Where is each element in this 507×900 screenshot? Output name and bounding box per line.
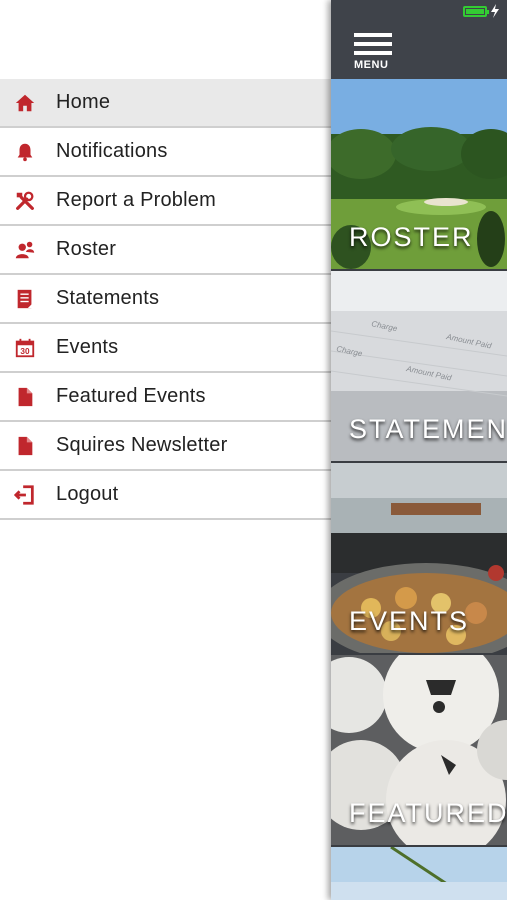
menu-item-label: Roster <box>56 238 117 260</box>
menu-item-label: Logout <box>56 483 119 505</box>
calendar-day-text: 30 <box>20 346 30 355</box>
logout-icon <box>12 482 38 508</box>
menu-item-label: Home <box>56 91 111 113</box>
menu-item-label: Report a Problem <box>56 189 216 211</box>
calendar-icon: 30 <box>12 335 38 361</box>
tile-statements[interactable]: Charge Amount Paid Charge Amount Paid ST… <box>331 271 507 461</box>
top-bar: MENU <box>331 0 507 79</box>
charging-icon <box>491 4 499 18</box>
menu-item-label: Squires Newsletter <box>56 434 228 456</box>
menu-item-logout[interactable]: Logout <box>0 471 331 520</box>
roster-people-icon <box>12 237 38 263</box>
tile-featured[interactable]: FEATURED <box>331 655 507 845</box>
menu-list: Home Notifications Report a Problem Rost… <box>0 79 331 520</box>
file-icon <box>12 433 38 459</box>
partial-tile-image <box>331 847 507 900</box>
menu-item-roster[interactable]: Roster <box>0 226 331 275</box>
menu-button[interactable]: MENU <box>354 33 392 73</box>
main-content-panel: MENU ROSTER Charge Amount Paid Charge Am… <box>331 0 507 900</box>
menu-label: MENU <box>354 59 389 71</box>
battery-icon <box>463 6 489 17</box>
menu-item-squires-newsletter[interactable]: Squires Newsletter <box>0 422 331 471</box>
menu-item-report-problem[interactable]: Report a Problem <box>0 177 331 226</box>
tools-icon <box>12 188 38 214</box>
menu-item-home[interactable]: Home <box>0 79 331 128</box>
menu-item-label: Statements <box>56 287 160 309</box>
tile-next-partial[interactable] <box>331 847 507 900</box>
tile-events[interactable]: EVENTS <box>331 463 507 653</box>
bell-icon <box>12 139 38 165</box>
home-icon <box>12 90 38 116</box>
tile-caption: STATEMEN <box>349 414 507 444</box>
menu-item-label: Featured Events <box>56 385 206 407</box>
tile-caption: FEATURED <box>349 798 507 828</box>
menu-item-statements[interactable]: Statements <box>0 275 331 324</box>
menu-item-label: Events <box>56 336 119 358</box>
menu-item-notifications[interactable]: Notifications <box>0 128 331 177</box>
statement-document-icon <box>12 286 38 312</box>
hamburger-icon <box>354 33 392 37</box>
menu-item-events[interactable]: 30 Events <box>0 324 331 373</box>
tile-caption: ROSTER <box>349 222 474 252</box>
menu-item-featured-events[interactable]: Featured Events <box>0 373 331 422</box>
navigation-drawer: Home Notifications Report a Problem Rost… <box>0 0 331 900</box>
menu-item-label: Notifications <box>56 140 168 162</box>
file-icon <box>12 384 38 410</box>
tile-caption: EVENTS <box>349 606 470 636</box>
tile-roster[interactable]: ROSTER <box>331 79 507 269</box>
